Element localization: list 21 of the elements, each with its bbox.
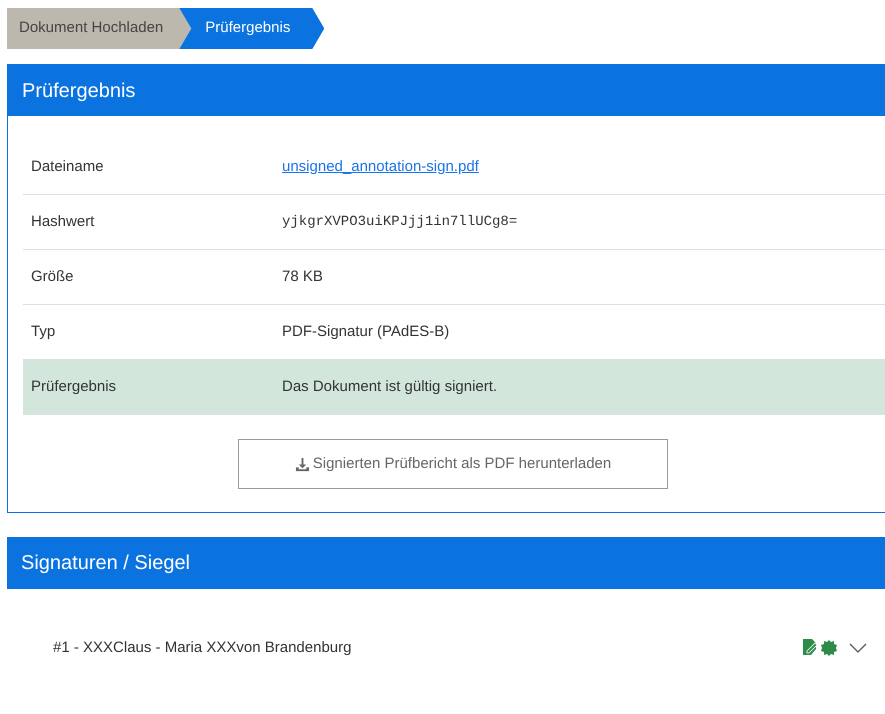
- signed-document-icon: [803, 639, 819, 658]
- file-link[interactable]: unsigned_annotation-sign.pdf: [282, 156, 479, 178]
- field-label: Dateiname: [30, 156, 105, 177]
- hash-value: yjkgrXVPO3uiKPJjj1in7llUCg8=: [282, 212, 518, 232]
- panel-title: Prüfergebnis: [22, 78, 136, 104]
- field-value: Das Dokument ist gültig signiert.: [282, 376, 498, 397]
- field-label: Größe: [30, 266, 75, 287]
- expand-toggle[interactable]: [849, 643, 867, 654]
- breadcrumb-step[interactable]: Dokument Hochladen: [7, 8, 192, 49]
- field-label: Typ: [30, 322, 56, 342]
- chevron-icon: [849, 643, 867, 654]
- signature-label: #1 - XXXClaus - Maria XXXvon Brandenburg: [53, 638, 352, 658]
- field-value: 78 KB: [282, 266, 323, 287]
- panel-title: Signaturen / Siegel: [21, 551, 190, 576]
- seal-icon: [821, 640, 837, 656]
- field-value: PDF-Signatur (PAdES-B): [282, 322, 450, 342]
- field-label: Prüfergebnis: [30, 376, 118, 397]
- download-icon: [294, 456, 310, 472]
- field-label: Hashwert: [30, 212, 96, 232]
- breadcrumb-step[interactable]: Prüfergebnis: [179, 8, 324, 49]
- download-button[interactable]: Signierten Prüfbericht als PDF herunterladen: [238, 439, 668, 489]
